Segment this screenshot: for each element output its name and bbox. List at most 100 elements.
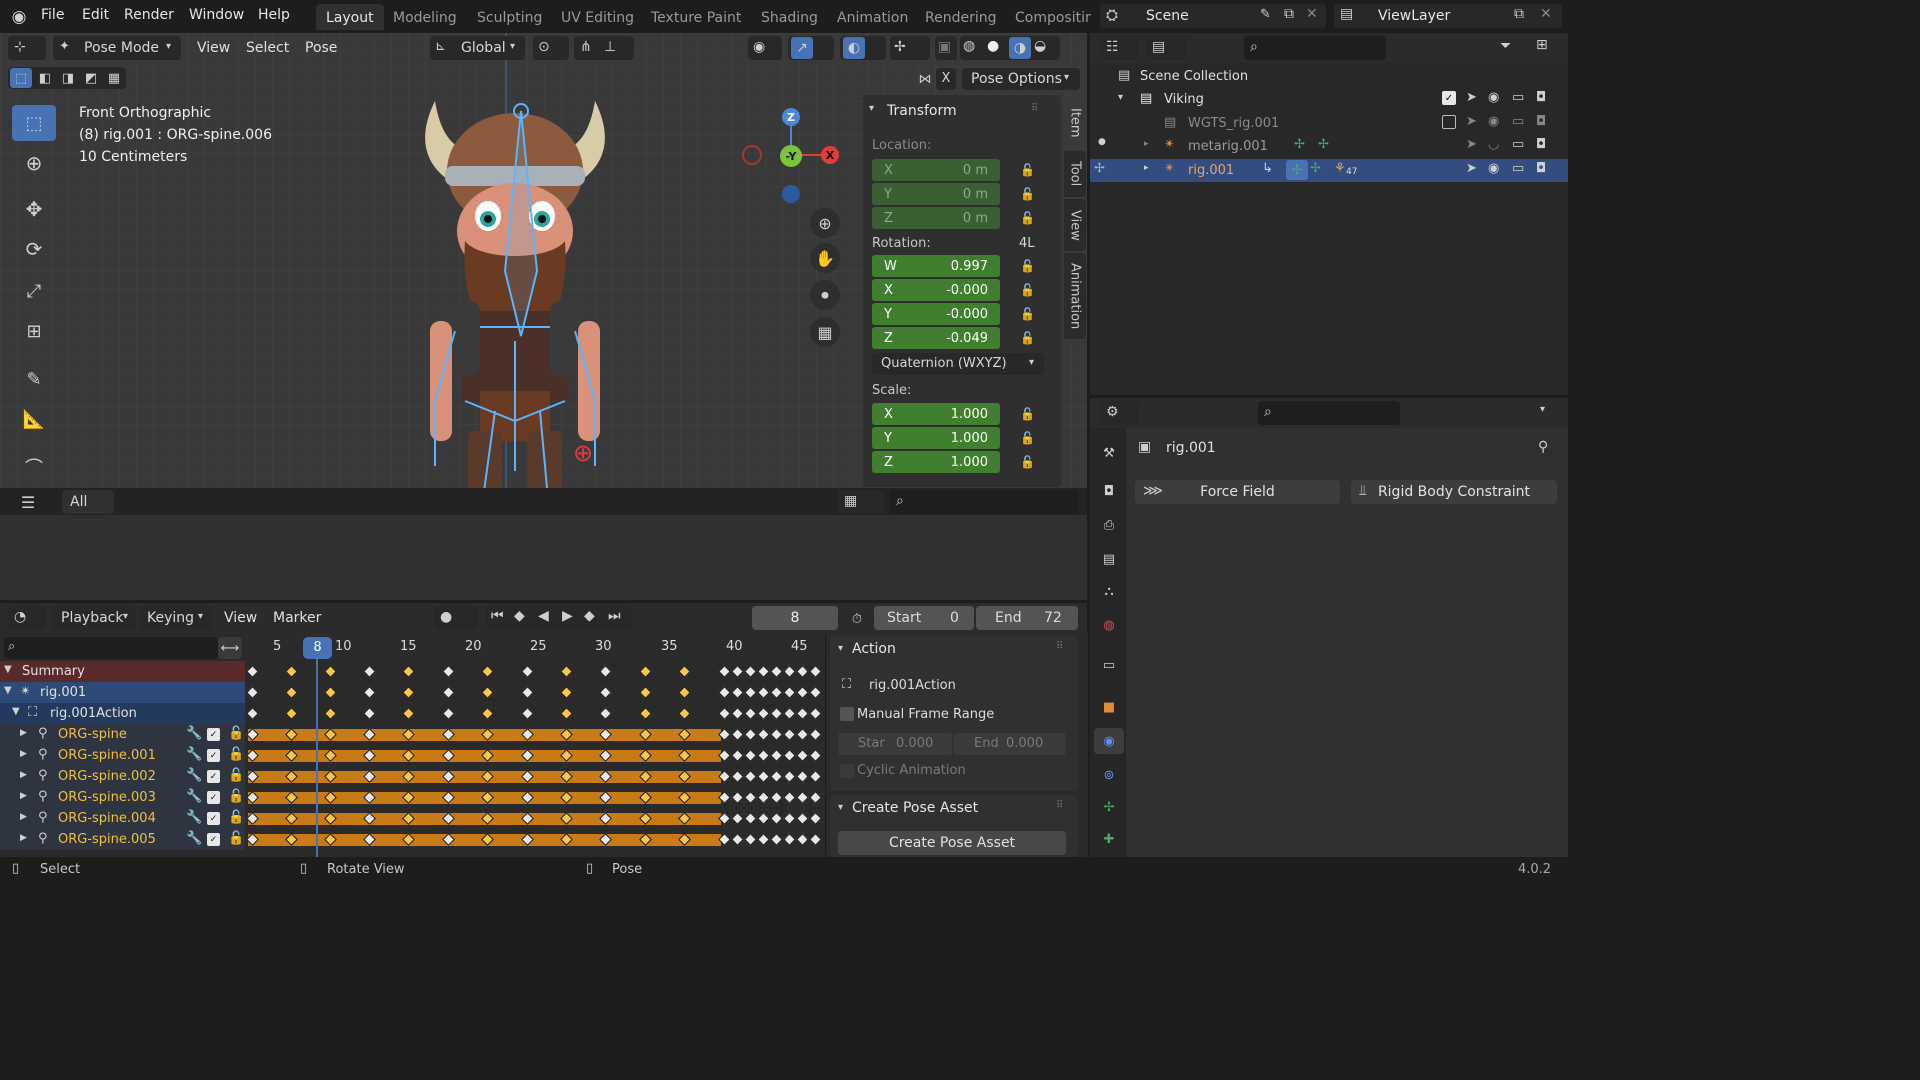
chevron-right-icon[interactable]: ▶ (20, 728, 27, 738)
keyframe-diamond[interactable] (796, 665, 809, 678)
display-mode-button[interactable]: ▦ (838, 490, 884, 514)
keyframe-diamond[interactable] (481, 686, 494, 699)
keyframe-diamond[interactable] (796, 812, 809, 825)
chevron-down-icon[interactable]: ▾ (1540, 404, 1545, 415)
channel-bone[interactable]: ▶ ⚲ ORG-spine.004 🔧 ✓ 🔓 (0, 808, 245, 829)
select-intersect-icon[interactable]: ▦ (103, 68, 125, 88)
lock-icon[interactable]: 🔓 (1020, 331, 1035, 345)
chevron-right-icon[interactable]: ▸ (1144, 139, 1149, 149)
tool-tab-icon[interactable]: ⚒ (1098, 442, 1120, 464)
scale-y-field[interactable]: Y 1.000 (872, 427, 1000, 449)
next-keyframe-icon[interactable]: ◆ (584, 608, 595, 624)
visibility-button[interactable]: ◉ (748, 36, 782, 60)
rigid-body-constraint-button[interactable]: ⫫ Rigid Body Constraint (1351, 480, 1557, 504)
keyframe-diamond[interactable] (757, 812, 770, 825)
keyframe-diamond[interactable] (324, 665, 337, 678)
keyframe-diamond[interactable] (731, 665, 744, 678)
jump-end-icon[interactable]: ⏭ (608, 608, 621, 624)
keyframe-diamond[interactable] (731, 707, 744, 720)
keyframe-diamond[interactable] (246, 686, 259, 699)
keyframe-diamond[interactable] (246, 665, 259, 678)
keyframe-diamond[interactable] (744, 833, 757, 846)
menu-pose[interactable]: Pose (305, 40, 337, 56)
mirror-icon[interactable]: ⋈ (914, 68, 936, 90)
transform-orientation-dropdown[interactable]: ⊾ Global ▾ (430, 36, 525, 60)
play-icon[interactable]: ▶ (562, 608, 573, 624)
keyframe-diamond[interactable] (718, 707, 731, 720)
lock-icon[interactable]: 🔓 (228, 747, 244, 762)
location-y-field[interactable]: Y 0 m (872, 183, 1000, 205)
tab-modeling[interactable]: Modeling (383, 4, 467, 30)
editor-type-button[interactable]: ⊹ (8, 36, 46, 60)
keyframe-diamond[interactable] (521, 707, 534, 720)
lock-icon[interactable]: 🔓 (1020, 407, 1035, 421)
lock-icon[interactable]: 🔓 (228, 831, 244, 846)
keyframe-diamond[interactable] (324, 686, 337, 699)
keyframe-diamond[interactable] (757, 728, 770, 741)
asset-search-input[interactable]: ⌕ (890, 490, 1078, 514)
chevron-down-icon[interactable]: ▾ (1118, 92, 1123, 103)
keyframe-diamond[interactable] (285, 665, 298, 678)
menu-edit[interactable]: Edit (82, 7, 109, 23)
channel-bone[interactable]: ▶ ⚲ ORG-spine.001 🔧 ✓ 🔓 (0, 745, 245, 766)
wrench-icon[interactable]: 🔧 (186, 831, 202, 846)
keyframe-diamond[interactable] (744, 686, 757, 699)
auto-keying-toggle[interactable]: ● (434, 606, 478, 630)
playhead-frame-label[interactable]: 8 (303, 637, 332, 659)
keyframe-diamond[interactable] (783, 686, 796, 699)
keyframe-diamond[interactable] (757, 665, 770, 678)
location-x-field[interactable]: X 0 m (872, 159, 1000, 181)
new-collection-icon[interactable]: ⊞ (1536, 37, 1548, 53)
keying-menu[interactable]: Keying ▾ (140, 606, 212, 630)
keyframe-diamond[interactable] (599, 686, 612, 699)
keyframe-diamond[interactable] (599, 665, 612, 678)
select-new-icon[interactable]: ⬚ (10, 68, 32, 88)
armature-data-tab-icon[interactable]: ✢ (1098, 796, 1120, 818)
frame-start-field[interactable]: Star 0.000 (838, 733, 952, 755)
keyframe-diamond[interactable] (744, 749, 757, 762)
wrench-icon[interactable]: 🔧 (186, 726, 202, 741)
view-layer-tab-icon[interactable]: ▤ (1098, 548, 1120, 570)
keyframe-diamond[interactable] (770, 833, 783, 846)
keyframe-diamond[interactable] (442, 686, 455, 699)
mode-dropdown[interactable]: ✦ Pose Mode ▾ (53, 36, 181, 60)
keyframe-diamond[interactable] (809, 707, 822, 720)
keyframe-diamond[interactable] (796, 707, 809, 720)
snapping-button[interactable]: ⋔ ⊥ (574, 36, 634, 60)
xray-toggle[interactable]: ▣ (935, 36, 957, 60)
keyframe-diamond[interactable] (731, 812, 744, 825)
scale-x-field[interactable]: X 1.000 (872, 403, 1000, 425)
scene-tab-icon[interactable]: ⛬ (1098, 580, 1120, 602)
keyframe-diamond[interactable] (809, 770, 822, 783)
keyframe-diamond[interactable] (639, 686, 652, 699)
sidebar-tab-view[interactable]: View (1064, 199, 1086, 251)
gizmo-x-axis[interactable]: X (821, 146, 839, 164)
lock-icon[interactable]: 🔓 (1020, 283, 1035, 297)
chevron-right-icon[interactable]: ▶ (20, 812, 27, 822)
wrench-icon[interactable]: 🔧 (186, 789, 202, 804)
keyframe-diamond[interactable] (363, 665, 376, 678)
keyframe-diamond[interactable] (246, 707, 259, 720)
physics-tab-icon[interactable]: ◉ (1094, 728, 1124, 754)
tab-shading[interactable]: Shading (751, 4, 828, 30)
start-frame-field[interactable]: Start 0 (874, 606, 974, 630)
cursor-tool-icon[interactable]: ⊕ (12, 145, 56, 181)
force-field-button[interactable]: ⋙ Force Field (1135, 480, 1340, 504)
keyframe-diamond[interactable] (809, 728, 822, 741)
asset-filter-all[interactable]: All (62, 490, 114, 514)
menu-render[interactable]: Render (124, 7, 174, 23)
chevron-down-icon[interactable]: ▼ (4, 685, 12, 696)
lock-icon[interactable]: 🔓 (1020, 259, 1035, 273)
tab-compositing[interactable]: Compositing (1005, 4, 1091, 30)
lock-icon[interactable]: 🔓 (228, 789, 244, 804)
eye-icon[interactable]: ◉ (1488, 161, 1499, 176)
keyframe-diamond[interactable] (744, 791, 757, 804)
keyframe-diamond[interactable] (770, 812, 783, 825)
keyframe-diamond[interactable] (809, 833, 822, 846)
pin-icon[interactable]: ⚲ (1538, 439, 1548, 455)
menu-window[interactable]: Window (189, 7, 244, 23)
tab-uv-editing[interactable]: UV Editing (551, 4, 644, 30)
annotate-tool-icon[interactable]: ✎ (12, 361, 56, 397)
scale-z-field[interactable]: Z 1.000 (872, 451, 1000, 473)
rendered-shading-icon[interactable]: ◒ (1034, 38, 1046, 54)
